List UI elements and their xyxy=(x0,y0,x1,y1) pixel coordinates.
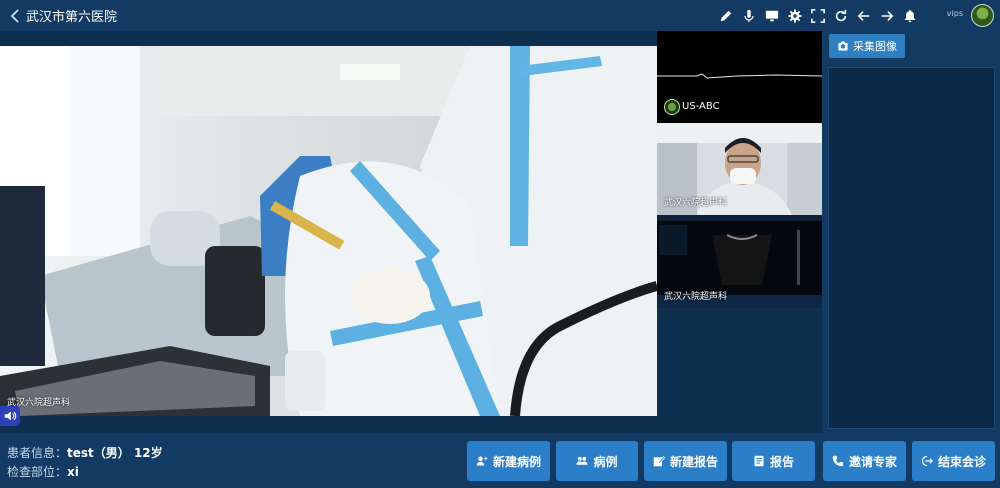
new-case-button[interactable]: 新建病例 xyxy=(467,441,550,481)
arrow-right-icon[interactable] xyxy=(878,7,895,24)
toolbar xyxy=(717,0,918,31)
main-video-image xyxy=(0,46,657,416)
avatar[interactable] xyxy=(971,4,994,27)
new-report-label: 新建报告 xyxy=(669,454,718,469)
report-button[interactable]: 报告 xyxy=(732,441,815,481)
arrow-left-icon[interactable] xyxy=(855,7,872,24)
bottom-bar: 患者信息：test（男） 12岁 检查部位：xi 新建病例 病例 新建报告 报告… xyxy=(0,433,1000,488)
back-icon[interactable] xyxy=(4,0,26,31)
gear-icon[interactable] xyxy=(786,7,803,24)
main-video-feed[interactable]: 武汉六院超声科 xyxy=(0,46,657,416)
capture-image-label: 采集图像 xyxy=(853,40,897,53)
side-video-3[interactable]: 武汉六院超声科 xyxy=(657,215,822,308)
patient-info-value: test（男） 12岁 xyxy=(67,446,163,460)
side-video-3-label: 武汉六院超声科 xyxy=(664,292,728,302)
patient-info-label: 患者信息： xyxy=(7,446,68,460)
side-video-2[interactable]: 武汉六院超声科 xyxy=(657,123,822,215)
new-report-button[interactable]: 新建报告 xyxy=(644,441,727,481)
phone-icon xyxy=(832,455,844,467)
invite-expert-button[interactable]: 邀请专家 xyxy=(823,441,906,481)
captured-images-area[interactable] xyxy=(828,67,995,429)
exam-part-label: 检查部位： xyxy=(7,465,68,479)
side-video-1-label: US-ABC xyxy=(682,101,720,112)
side-video-2-label: 武汉六院超声科 xyxy=(664,198,728,208)
microphone-icon[interactable] xyxy=(740,7,757,24)
report-label: 报告 xyxy=(769,454,794,469)
pen-icon[interactable] xyxy=(717,7,734,24)
cases-label: 病例 xyxy=(593,454,618,469)
top-bar: 武汉市第六医院 vips xyxy=(0,0,1000,31)
new-case-label: 新建病例 xyxy=(492,454,541,469)
edit-icon xyxy=(653,455,665,467)
capture-panel: 采集图像 xyxy=(822,31,1000,433)
bell-icon[interactable] xyxy=(901,7,918,24)
speaker-icon[interactable] xyxy=(0,406,20,426)
capture-image-button[interactable]: 采集图像 xyxy=(829,34,905,58)
document-icon xyxy=(754,455,764,467)
side-video-1[interactable]: US-ABC xyxy=(657,31,823,123)
username: vips xyxy=(946,9,963,18)
side-video-panel: US-ABC 武汉六院超声科 武汉六院超声科 xyxy=(657,31,823,308)
invite-expert-label: 邀请专家 xyxy=(848,454,897,469)
cases-button[interactable]: 病例 xyxy=(556,441,638,481)
patient-info: 患者信息：test（男） 12岁 检查部位：xi xyxy=(7,444,163,482)
fullscreen-icon[interactable] xyxy=(809,7,826,24)
us-abc-logo xyxy=(664,99,680,115)
refresh-icon[interactable] xyxy=(832,7,849,24)
page-title: 武汉市第六医院 xyxy=(26,10,118,25)
add-user-icon xyxy=(476,456,488,466)
exit-icon xyxy=(921,455,933,467)
end-meeting-label: 结束会诊 xyxy=(937,454,986,469)
end-meeting-button[interactable]: 结束会诊 xyxy=(912,441,995,481)
exam-part-value: xi xyxy=(67,465,79,479)
users-icon xyxy=(576,456,589,465)
monitor-icon[interactable] xyxy=(763,7,780,24)
camera-icon xyxy=(838,41,848,51)
